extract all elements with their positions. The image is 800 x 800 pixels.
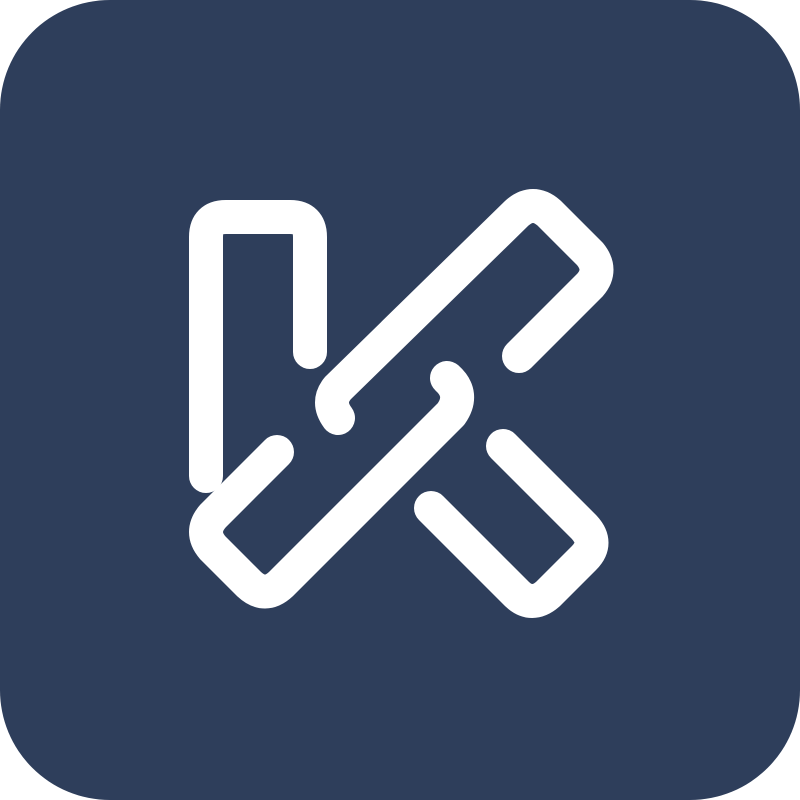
app-icon	[0, 0, 800, 800]
app-icon-background	[0, 0, 800, 800]
link-chain-k-logo-icon	[0, 0, 800, 800]
